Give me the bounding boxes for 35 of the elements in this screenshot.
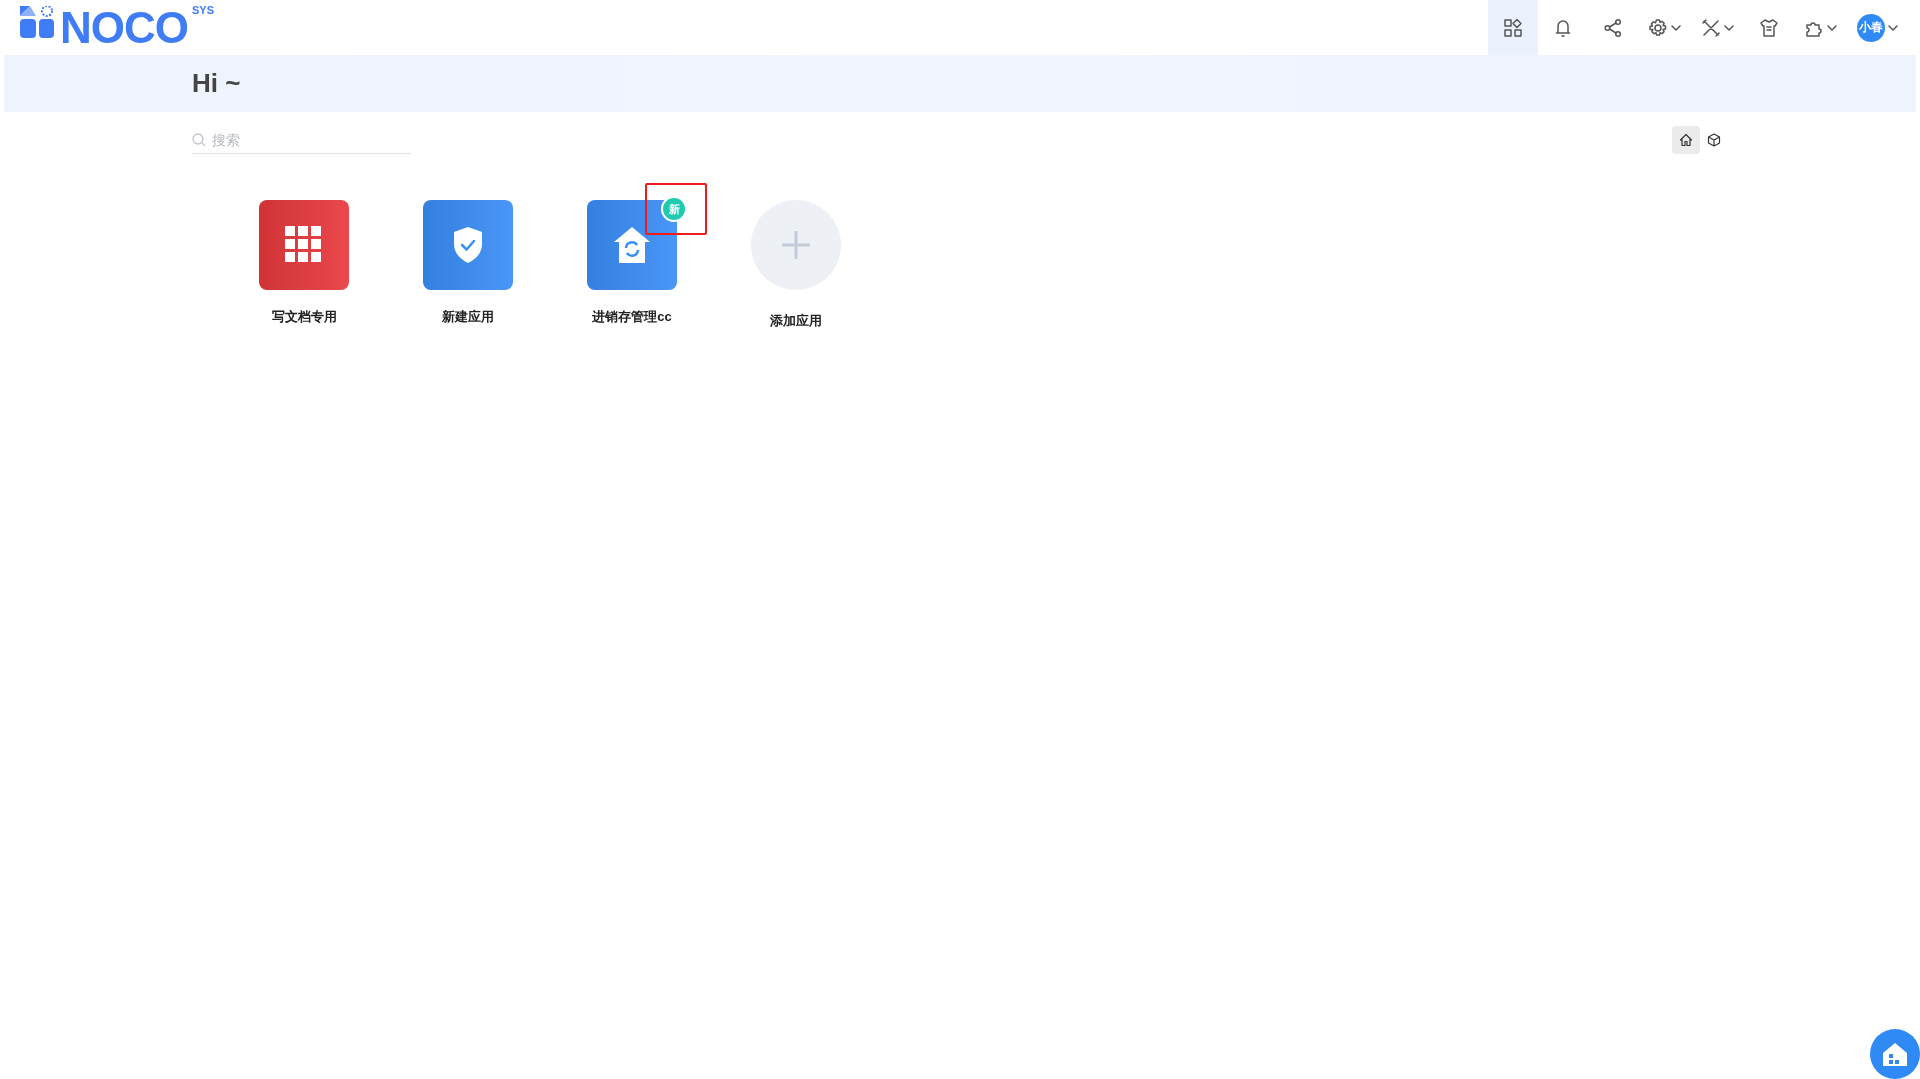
logo-text: NOCO xyxy=(60,5,188,50)
app-tile[interactable] xyxy=(259,200,349,290)
gear-icon xyxy=(1648,17,1668,38)
shirt-icon xyxy=(1759,17,1779,38)
new-badge: 新 xyxy=(661,196,687,222)
search-icon xyxy=(192,133,206,147)
logo-superscript: SYS xyxy=(192,3,214,16)
apps-button[interactable] xyxy=(1488,0,1538,55)
app-name: 新建应用 xyxy=(442,308,494,326)
search-field[interactable]: 搜索 xyxy=(192,126,411,154)
home-icon xyxy=(1679,133,1693,147)
home-view-button[interactable] xyxy=(1672,126,1700,154)
home-fab-button[interactable] xyxy=(1870,1029,1920,1079)
logo-mark-icon xyxy=(20,5,56,38)
user-avatar: 小春 xyxy=(1857,13,1885,42)
app-name: 写文档专用 xyxy=(271,308,337,326)
house-sync-icon xyxy=(613,226,651,264)
user-menu-button[interactable]: 小春 xyxy=(1847,0,1908,55)
plus-icon xyxy=(781,230,811,260)
caret-icon xyxy=(1671,24,1681,31)
grid-icon xyxy=(285,226,323,264)
caret-icon xyxy=(1888,24,1898,31)
greeting-title: Hi ~ xyxy=(192,68,241,99)
caret-icon xyxy=(1827,24,1837,31)
bell-icon xyxy=(1553,17,1573,38)
caret-icon xyxy=(1724,24,1734,31)
apps-icon xyxy=(1503,17,1523,38)
share-icon xyxy=(1603,17,1623,38)
app-name: 进销存管理cc xyxy=(592,308,672,326)
cube-icon xyxy=(1707,133,1721,147)
house-icon xyxy=(1882,1042,1908,1066)
shield-check-icon xyxy=(452,226,484,264)
app-tile[interactable] xyxy=(423,200,513,290)
tools-icon xyxy=(1701,17,1721,38)
add-app-label: 添加应用 xyxy=(770,312,822,330)
